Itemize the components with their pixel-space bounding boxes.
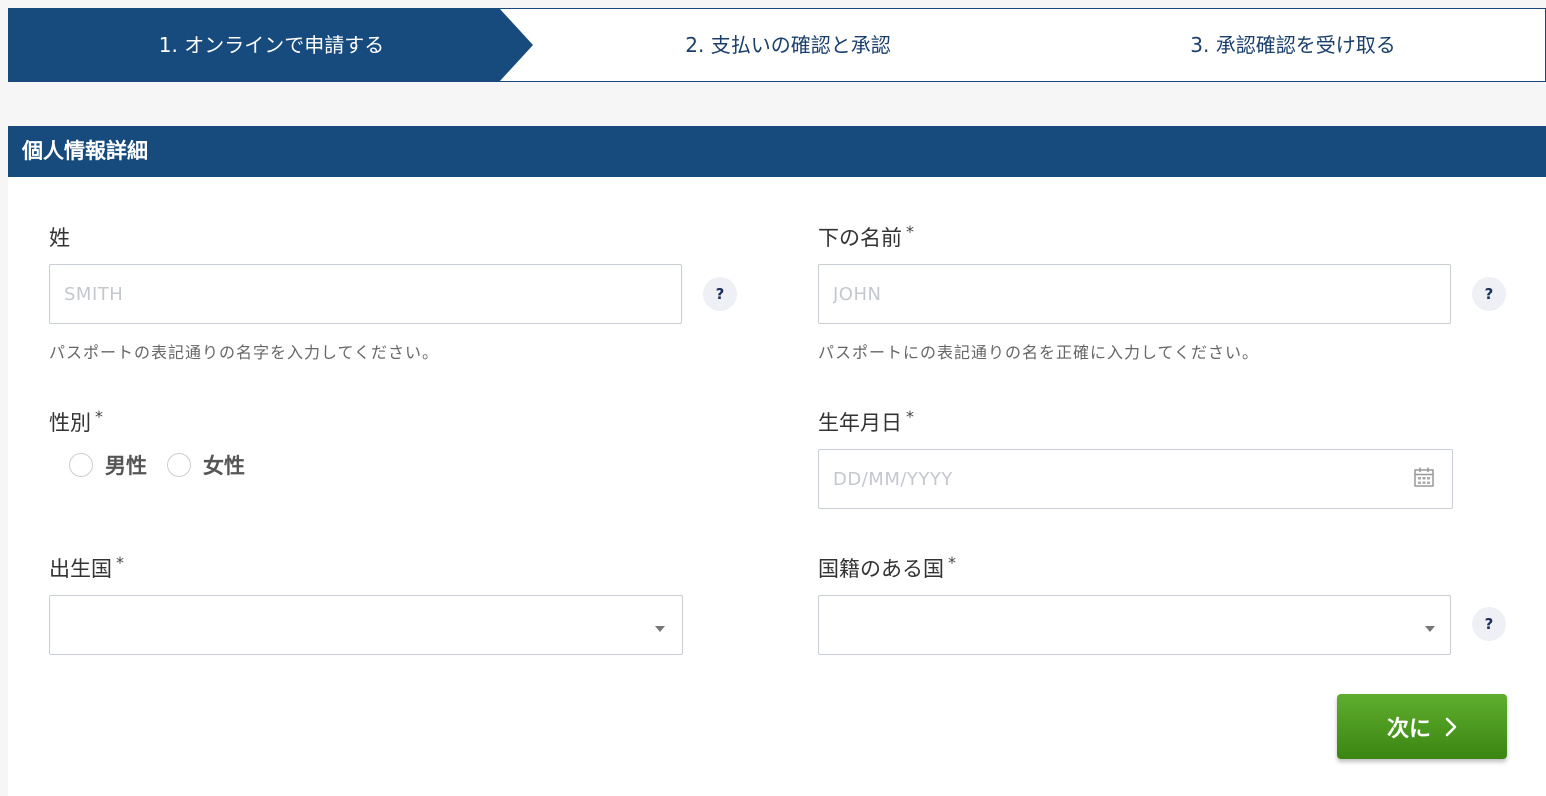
next-button[interactable]: 次に xyxy=(1337,694,1507,759)
required-marker: * xyxy=(95,407,103,426)
step-2: 2. 支払いの確認と承認 xyxy=(685,33,891,57)
birth-country-select[interactable] xyxy=(49,595,683,655)
chevron-right-icon xyxy=(1445,717,1457,736)
birth-country-label-text: 出生国 xyxy=(49,557,112,581)
required-marker: * xyxy=(948,553,956,572)
nationality-select[interactable] xyxy=(818,595,1451,655)
step-3: 3. 承認確認を受け取る xyxy=(1190,33,1396,57)
dob-label-text: 生年月日 xyxy=(818,411,902,435)
gender-option-male[interactable]: 男性 xyxy=(69,450,147,480)
next-button-label: 次に xyxy=(1386,716,1431,742)
gender-label: 性別 * xyxy=(49,407,103,437)
gender-label-text: 性別 xyxy=(49,411,91,435)
given-name-label-text: 下の名前 xyxy=(818,226,902,250)
female-radio[interactable] xyxy=(167,453,191,477)
nationality-help-button[interactable]: ? xyxy=(1472,607,1506,641)
required-marker: * xyxy=(906,222,914,241)
required-marker: * xyxy=(906,407,914,426)
progress-stepper: 1. オンラインで申請する 2. 支払いの確認と承認 3. 承認確認を受け取る xyxy=(8,8,1546,82)
section-title: 個人情報詳細 xyxy=(22,139,148,163)
required-marker: * xyxy=(116,553,124,572)
calendar-icon[interactable] xyxy=(1413,466,1435,488)
male-radio[interactable] xyxy=(69,453,93,477)
given-name-help-button[interactable]: ? xyxy=(1472,277,1506,311)
surname-help-button[interactable]: ? xyxy=(703,277,737,311)
gender-option-female[interactable]: 女性 xyxy=(167,450,245,480)
surname-hint: パスポートの表記通りの名字を入力してください。 xyxy=(49,343,440,362)
given-name-label: 下の名前 * xyxy=(818,222,914,252)
nationality-label: 国籍のある国 * xyxy=(818,553,956,583)
dob-label: 生年月日 * xyxy=(818,407,914,437)
nationality-label-text: 国籍のある国 xyxy=(818,557,944,581)
given-name-hint: パスポートにの表記通りの名を正確に入力してください。 xyxy=(818,343,1260,362)
surname-label: 姓 xyxy=(49,222,70,252)
male-label: 男性 xyxy=(105,454,147,478)
chevron-down-icon xyxy=(1425,626,1435,632)
section-header: 個人情報詳細 xyxy=(8,126,1546,177)
surname-label-text: 姓 xyxy=(49,226,70,250)
surname-input[interactable] xyxy=(49,264,682,324)
female-label: 女性 xyxy=(203,454,245,478)
step-1: 1. オンラインで申請する xyxy=(158,33,385,57)
dob-input[interactable] xyxy=(818,449,1453,509)
chevron-down-icon xyxy=(655,626,665,632)
gender-radio-group: 男性 女性 xyxy=(69,450,265,480)
given-name-input[interactable] xyxy=(818,264,1451,324)
birth-country-label: 出生国 * xyxy=(49,553,124,583)
